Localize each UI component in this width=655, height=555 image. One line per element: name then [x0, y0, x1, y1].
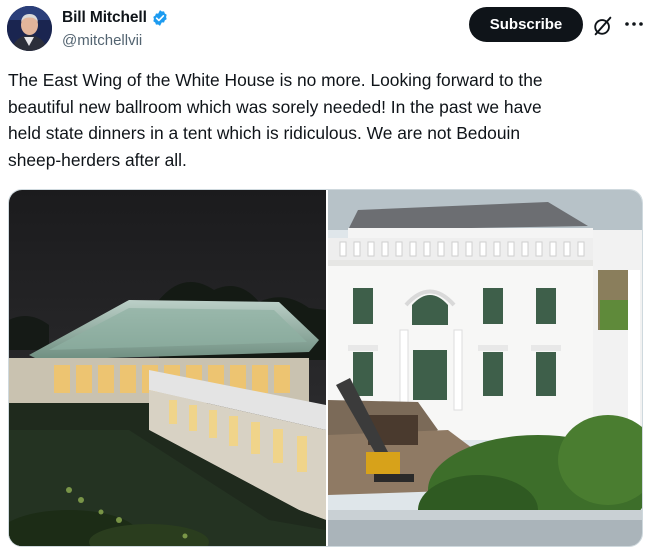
tweet-text: The East Wing of the White House is no m… [8, 70, 543, 170]
verified-badge-icon [153, 10, 167, 26]
slashed-circle-icon[interactable] [592, 15, 614, 37]
author-handle[interactable]: @mitchellvii [62, 32, 142, 49]
media-image-tent[interactable] [9, 190, 326, 547]
author-name-row: Bill Mitchell [62, 9, 169, 27]
author-display-name[interactable]: Bill Mitchell [62, 9, 147, 27]
author-avatar[interactable] [7, 6, 52, 51]
tweet-media [8, 189, 643, 547]
more-horizontal-icon[interactable] [622, 13, 646, 35]
subscribe-button[interactable]: Subscribe [469, 7, 583, 42]
avatar-image [7, 6, 52, 51]
media-image-white-house[interactable] [328, 190, 643, 547]
